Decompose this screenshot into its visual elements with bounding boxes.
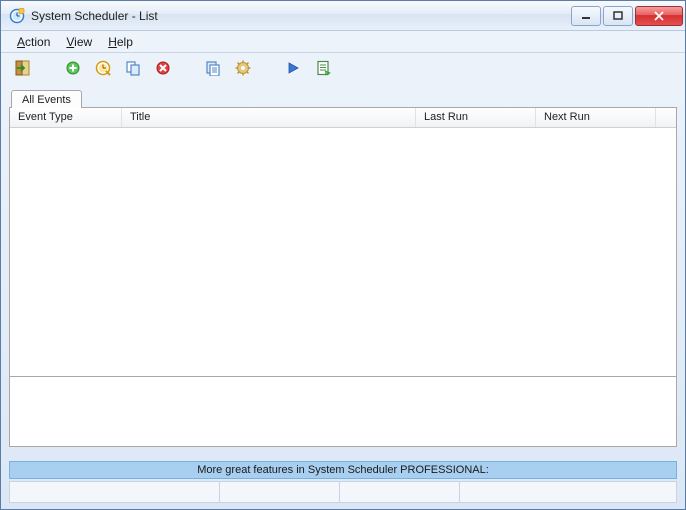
detail-panel xyxy=(9,377,677,447)
toolbar xyxy=(1,53,685,83)
copy-all-button[interactable] xyxy=(201,56,225,80)
titlebar[interactable]: System Scheduler - List xyxy=(1,1,685,31)
tab-all-events[interactable]: All Events xyxy=(11,90,82,108)
pro-banner[interactable]: More great features in System Scheduler … xyxy=(9,461,677,479)
event-list[interactable]: Event Type Title Last Run Next Run xyxy=(9,107,677,377)
pro-banner-text: More great features in System Scheduler … xyxy=(197,464,489,476)
column-headers: Event Type Title Last Run Next Run xyxy=(10,108,676,128)
run-button[interactable] xyxy=(281,56,305,80)
new-event-button[interactable] xyxy=(61,56,85,80)
col-spacer xyxy=(656,108,676,127)
delete-event-button[interactable] xyxy=(151,56,175,80)
col-last-run[interactable]: Last Run xyxy=(416,108,536,127)
window-controls xyxy=(569,6,683,26)
maximize-button[interactable] xyxy=(603,6,633,26)
settings-button[interactable] xyxy=(231,56,255,80)
col-title[interactable]: Title xyxy=(122,108,416,127)
client-area: All Events Event Type Title Last Run Nex… xyxy=(9,85,677,447)
app-icon xyxy=(9,8,25,24)
copy-event-button[interactable] xyxy=(121,56,145,80)
menu-action[interactable]: Action xyxy=(9,33,58,51)
menubar: Action View Help xyxy=(1,31,685,53)
statusbar xyxy=(9,481,677,503)
edit-event-button[interactable] xyxy=(91,56,115,80)
status-cell-4 xyxy=(460,482,676,502)
status-cell-2 xyxy=(220,482,340,502)
menu-help[interactable]: Help xyxy=(100,33,141,51)
col-event-type[interactable]: Event Type xyxy=(10,108,122,127)
status-cell-3 xyxy=(340,482,460,502)
exit-button[interactable] xyxy=(11,56,35,80)
app-window: System Scheduler - List Action View Help xyxy=(0,0,686,510)
list-body[interactable] xyxy=(10,128,676,376)
tabstrip: All Events xyxy=(9,85,677,107)
col-next-run[interactable]: Next Run xyxy=(536,108,656,127)
window-title: System Scheduler - List xyxy=(31,9,569,23)
menu-view[interactable]: View xyxy=(58,33,100,51)
log-button[interactable] xyxy=(311,56,335,80)
close-button[interactable] xyxy=(635,6,683,26)
minimize-button[interactable] xyxy=(571,6,601,26)
status-cell-1 xyxy=(10,482,220,502)
